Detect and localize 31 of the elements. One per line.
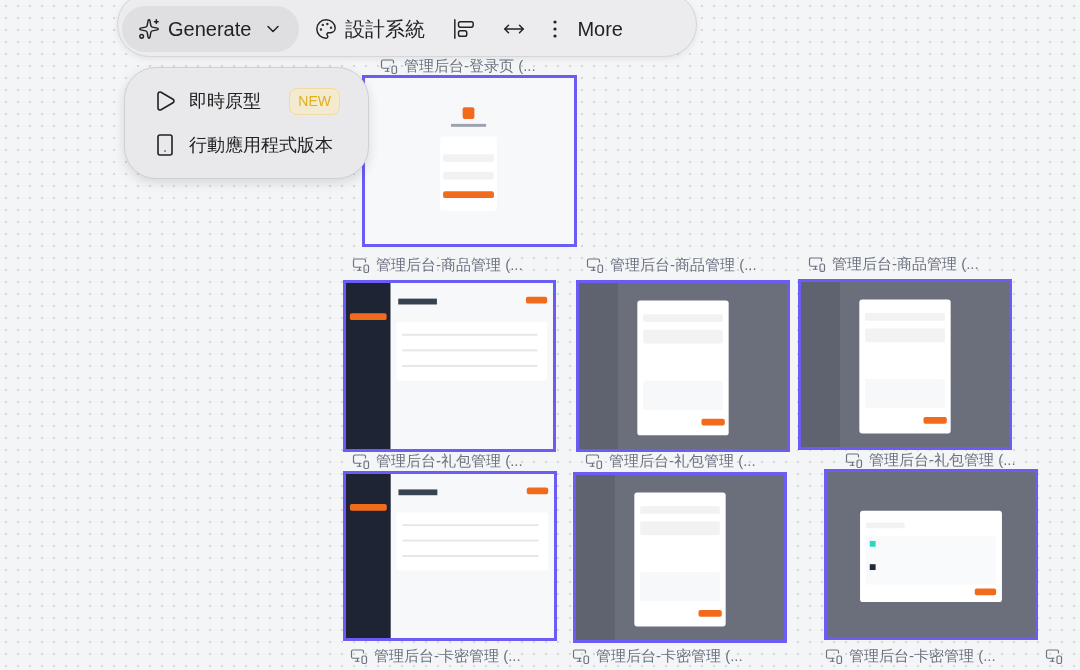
devices-icon bbox=[572, 647, 590, 665]
artboard-label: 管理后台-礼包管理 (... bbox=[869, 452, 1016, 468]
more-icon bbox=[553, 19, 558, 38]
sparkle-icon bbox=[138, 17, 160, 40]
menu-item[interactable]: 即時原型 NEW bbox=[153, 85, 340, 117]
devices-icon bbox=[825, 647, 843, 665]
artboard-label: 管理后台-礼包管理 (... bbox=[376, 453, 523, 469]
devices-icon bbox=[808, 255, 826, 273]
devices-icon bbox=[845, 451, 863, 469]
devices-icon bbox=[586, 256, 604, 274]
devices-icon bbox=[1045, 647, 1063, 665]
devices-icon bbox=[380, 57, 398, 75]
toolbar-button[interactable]: More bbox=[541, 5, 635, 52]
devices-icon bbox=[350, 647, 368, 665]
devices-icon bbox=[585, 452, 603, 470]
toolbar-button[interactable]: Generate bbox=[122, 5, 300, 52]
palette-icon bbox=[315, 17, 338, 40]
align-left-icon bbox=[453, 17, 476, 40]
artboard-label: 管理后台-商品管理 (... bbox=[376, 257, 523, 273]
menu-item[interactable]: 行動應用程式版本 bbox=[153, 129, 340, 161]
artboard-label: 管理后台-登录页 (... bbox=[404, 58, 536, 74]
artboard-label: 管理后台-卡密管理 (... bbox=[374, 648, 521, 664]
devices-icon bbox=[352, 452, 370, 470]
artboard-label: 管理后台-商品管理 (... bbox=[610, 257, 757, 273]
artboard-label: 管理后台-商品管理 (... bbox=[832, 256, 979, 272]
devices-icon bbox=[352, 256, 370, 274]
artboard-label: 管理后台-礼包管理 (... bbox=[609, 453, 756, 469]
new-badge: NEW bbox=[289, 87, 340, 115]
toolbar-button[interactable]: 設計系統 bbox=[303, 5, 438, 52]
artboard-label: 管理后台-卡密管理 (... bbox=[596, 648, 743, 664]
artboard-label: 管理后台-卡密管理 (... bbox=[849, 648, 996, 664]
